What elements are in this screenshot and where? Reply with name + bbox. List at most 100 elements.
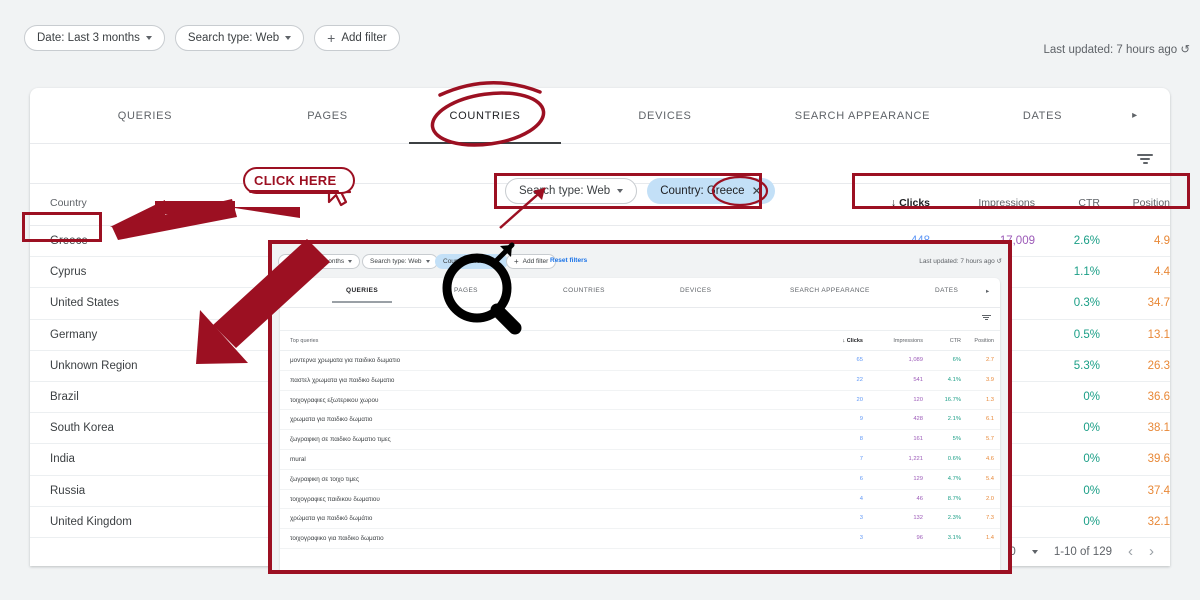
- filter-chip-search-type[interactable]: Search type: Web: [174, 25, 305, 51]
- chevron-left-icon[interactable]: ‹: [1128, 543, 1133, 560]
- inset-table-body: μοντερνα χρωματα για παιδικο δωματιο 65 1,…: [280, 351, 1000, 549]
- inset-table-row[interactable]: τοιχογραφικο για παιδικο δωματιο 3 96 3.1% 1…: [280, 529, 1000, 549]
- filter-chip-date[interactable]: Date: Last 3 months: [24, 25, 165, 51]
- inset-tab-queries[interactable]: QUERIES: [331, 287, 393, 303]
- tab-countries[interactable]: COUNTRIES: [395, 88, 575, 144]
- inset-cell-impressions: 120: [913, 396, 923, 403]
- inset-cell-position: 5.4: [985, 475, 994, 482]
- cell-ctr: 0%: [1083, 515, 1100, 528]
- tab-queries[interactable]: QUERIES: [30, 88, 260, 144]
- cell-ctr: 0%: [1083, 453, 1100, 466]
- inset-table-row[interactable]: mural 7 1,221 0.6% 4.6: [280, 450, 1000, 470]
- inset-cell-ctr: 4.1%: [947, 376, 961, 383]
- tab-dates-label: DATES: [1022, 109, 1063, 122]
- add-filter-button[interactable]: + Add filter: [314, 25, 400, 51]
- inset-cell-query: τοιχογραφιες παιδικου δωματιου: [290, 495, 380, 503]
- tab-queries-label: QUERIES: [117, 109, 173, 122]
- inset-table-row[interactable]: ζωγραφικη σε τοιχο τιμες 6 129 4.7% 5.4: [280, 470, 1000, 490]
- inset-filter-chip-date[interactable]: Date: Last 3 months: [278, 254, 361, 269]
- inset-cell-clicks: 65: [856, 357, 863, 363]
- inset-table-header: Top queries ↓ Clicks Impressions CTR Pos…: [280, 331, 1000, 351]
- chevron-down-icon[interactable]: [1031, 549, 1038, 554]
- inset-tab-countries[interactable]: COUNTRIES: [563, 287, 605, 294]
- inset-tab-pages-label: PAGES: [454, 287, 478, 294]
- cell-ctr: 5.3%: [1073, 359, 1100, 372]
- inset-table-row[interactable]: τοιχογραφιες παιδικου δωματιου 4 46 8.7% 2.0: [280, 490, 1000, 510]
- click-here-underline: [249, 190, 339, 193]
- inset-table-row[interactable]: παστελ χρωματα για παιδικο δωματιο 22 541 4…: [280, 371, 1000, 391]
- inset-table-row[interactable]: χρώματα για παιδικό δωμάτιο 3 132 2.3% 7.3: [280, 509, 1000, 530]
- inset-column-header-clicks[interactable]: ↓ Clicks: [818, 338, 864, 344]
- cell-country: Cyprus: [50, 266, 87, 279]
- cell-ctr: 0%: [1083, 484, 1100, 497]
- inset-column-header-position[interactable]: Position: [961, 338, 994, 344]
- inset-cell-clicks: 9: [859, 416, 863, 423]
- close-icon[interactable]: ✕: [495, 258, 500, 265]
- inset-cell-query: μοντερνα χρωματα για παιδικο δωματιο: [290, 357, 401, 364]
- inset-cell-position: 7.3: [985, 515, 994, 522]
- inset-cell-impressions: 1,089: [908, 357, 923, 363]
- pagination: 10 1-10 of 129 ‹ ›: [1003, 543, 1154, 560]
- tab-pages[interactable]: PAGES: [260, 88, 395, 144]
- inset-cell-clicks: 8: [859, 436, 863, 443]
- filter-list-icon[interactable]: [980, 315, 992, 321]
- tab-dates[interactable]: DATES: [970, 88, 1115, 144]
- inset-cell-query: τοιχογραφικο για παιδικο δωματιο: [290, 535, 384, 543]
- inset-tab-countries-label: COUNTRIES: [563, 287, 605, 294]
- inset-table-filter-row: [280, 308, 1000, 331]
- chevron-right-icon[interactable]: ▸: [1115, 88, 1155, 144]
- inset-filter-chip-date-label: Date: Last 3 months: [286, 258, 345, 265]
- cell-ctr: 0%: [1083, 390, 1100, 403]
- inset-cell-ctr: 5%: [952, 436, 961, 443]
- tab-devices[interactable]: DEVICES: [575, 88, 755, 144]
- inset-cell-query: mural: [290, 455, 306, 463]
- inset-table-row[interactable]: ζωγραφικη σε παιδικο δωματιο τιμες 8 161 5%…: [280, 430, 1000, 450]
- cell-position: 37.4: [1147, 484, 1170, 497]
- inset-cell-position: 1.3: [985, 396, 994, 403]
- inset-cell-ctr: 8.7%: [947, 495, 961, 502]
- inset-filter-chip-search-type[interactable]: Search type: Web: [362, 254, 438, 269]
- highlight-box-greece-row: [22, 212, 102, 242]
- inset-table-row[interactable]: μοντερνα χρωματα για παιδικο δωματιο 65 1,…: [280, 351, 1000, 371]
- inset-cell-clicks: 20: [856, 396, 863, 403]
- chevron-down-icon: [348, 260, 353, 263]
- inset-add-filter-button[interactable]: + Add filter: [506, 254, 557, 269]
- inset-tab-pages[interactable]: PAGES: [454, 287, 478, 294]
- inset-table-row[interactable]: χρωματα για παιδικο δωματιο 9 428 2.1% 6.1: [280, 410, 1000, 431]
- inset-reset-filters-link[interactable]: Reset filters: [550, 257, 587, 264]
- tab-search-appearance[interactable]: SEARCH APPEARANCE: [755, 88, 970, 144]
- inset-cell-query: παστελ χρωματα για παιδικο δωματιο: [290, 376, 395, 384]
- chevron-down-icon: [145, 36, 152, 40]
- cell-position: 34.7: [1147, 297, 1170, 310]
- inset-tab-devices[interactable]: DEVICES: [680, 287, 711, 294]
- inset-tab-search-appearance-label: SEARCH APPEARANCE: [790, 287, 870, 294]
- filter-chip-date-label: Date: Last 3 months: [37, 32, 140, 44]
- inset-column-header-ctr[interactable]: CTR: [923, 338, 961, 344]
- inset-tab-dates-label: DATES: [935, 287, 959, 294]
- cell-country: United Kingdom: [50, 515, 132, 528]
- filter-list-icon[interactable]: [1134, 154, 1156, 174]
- inset-filter-chip-country[interactable]: Country: Greece ✕: [435, 254, 508, 269]
- inset-cell-query: τοιχογραφιες εξωτερικου χωρου: [290, 396, 379, 404]
- cell-position: 32.1: [1147, 515, 1170, 528]
- add-filter-label: Add filter: [341, 32, 387, 44]
- inset-filter-chip-search-type-label: Search type: Web: [370, 258, 422, 265]
- inset-column-header-impressions[interactable]: Impressions: [863, 338, 923, 344]
- inset-cell-ctr: 4.7%: [947, 475, 961, 482]
- inset-column-header-query[interactable]: Top queries: [290, 338, 318, 344]
- inset-table-row[interactable]: τοιχογραφιες εξωτερικου χωρου 20 120 16.7% 1…: [280, 391, 1000, 411]
- chevron-right-icon[interactable]: ▸: [986, 287, 990, 295]
- chevron-right-icon[interactable]: ›: [1149, 543, 1154, 560]
- inset-tab-devices-label: DEVICES: [680, 287, 712, 294]
- inset-cell-position: 4.6: [985, 455, 994, 462]
- inset-tab-search-appearance[interactable]: SEARCH APPEARANCE: [790, 287, 870, 294]
- cell-position: 38.1: [1147, 422, 1170, 435]
- inset-tab-dates[interactable]: DATES: [935, 287, 958, 294]
- inset-cell-query: ζωγραφικη σε παιδικο δωματιο τιμες: [290, 436, 391, 444]
- column-header-country[interactable]: Country: [50, 197, 87, 209]
- inset-screenshot: Date: Last 3 months Search type: Web Cou…: [268, 240, 1012, 574]
- inset-cell-clicks: 6: [859, 475, 863, 482]
- refresh-icon[interactable]: ↺: [1180, 42, 1190, 56]
- cell-ctr: 2.6%: [1073, 235, 1100, 247]
- pagination-range: 1-10 of 129: [1053, 545, 1112, 558]
